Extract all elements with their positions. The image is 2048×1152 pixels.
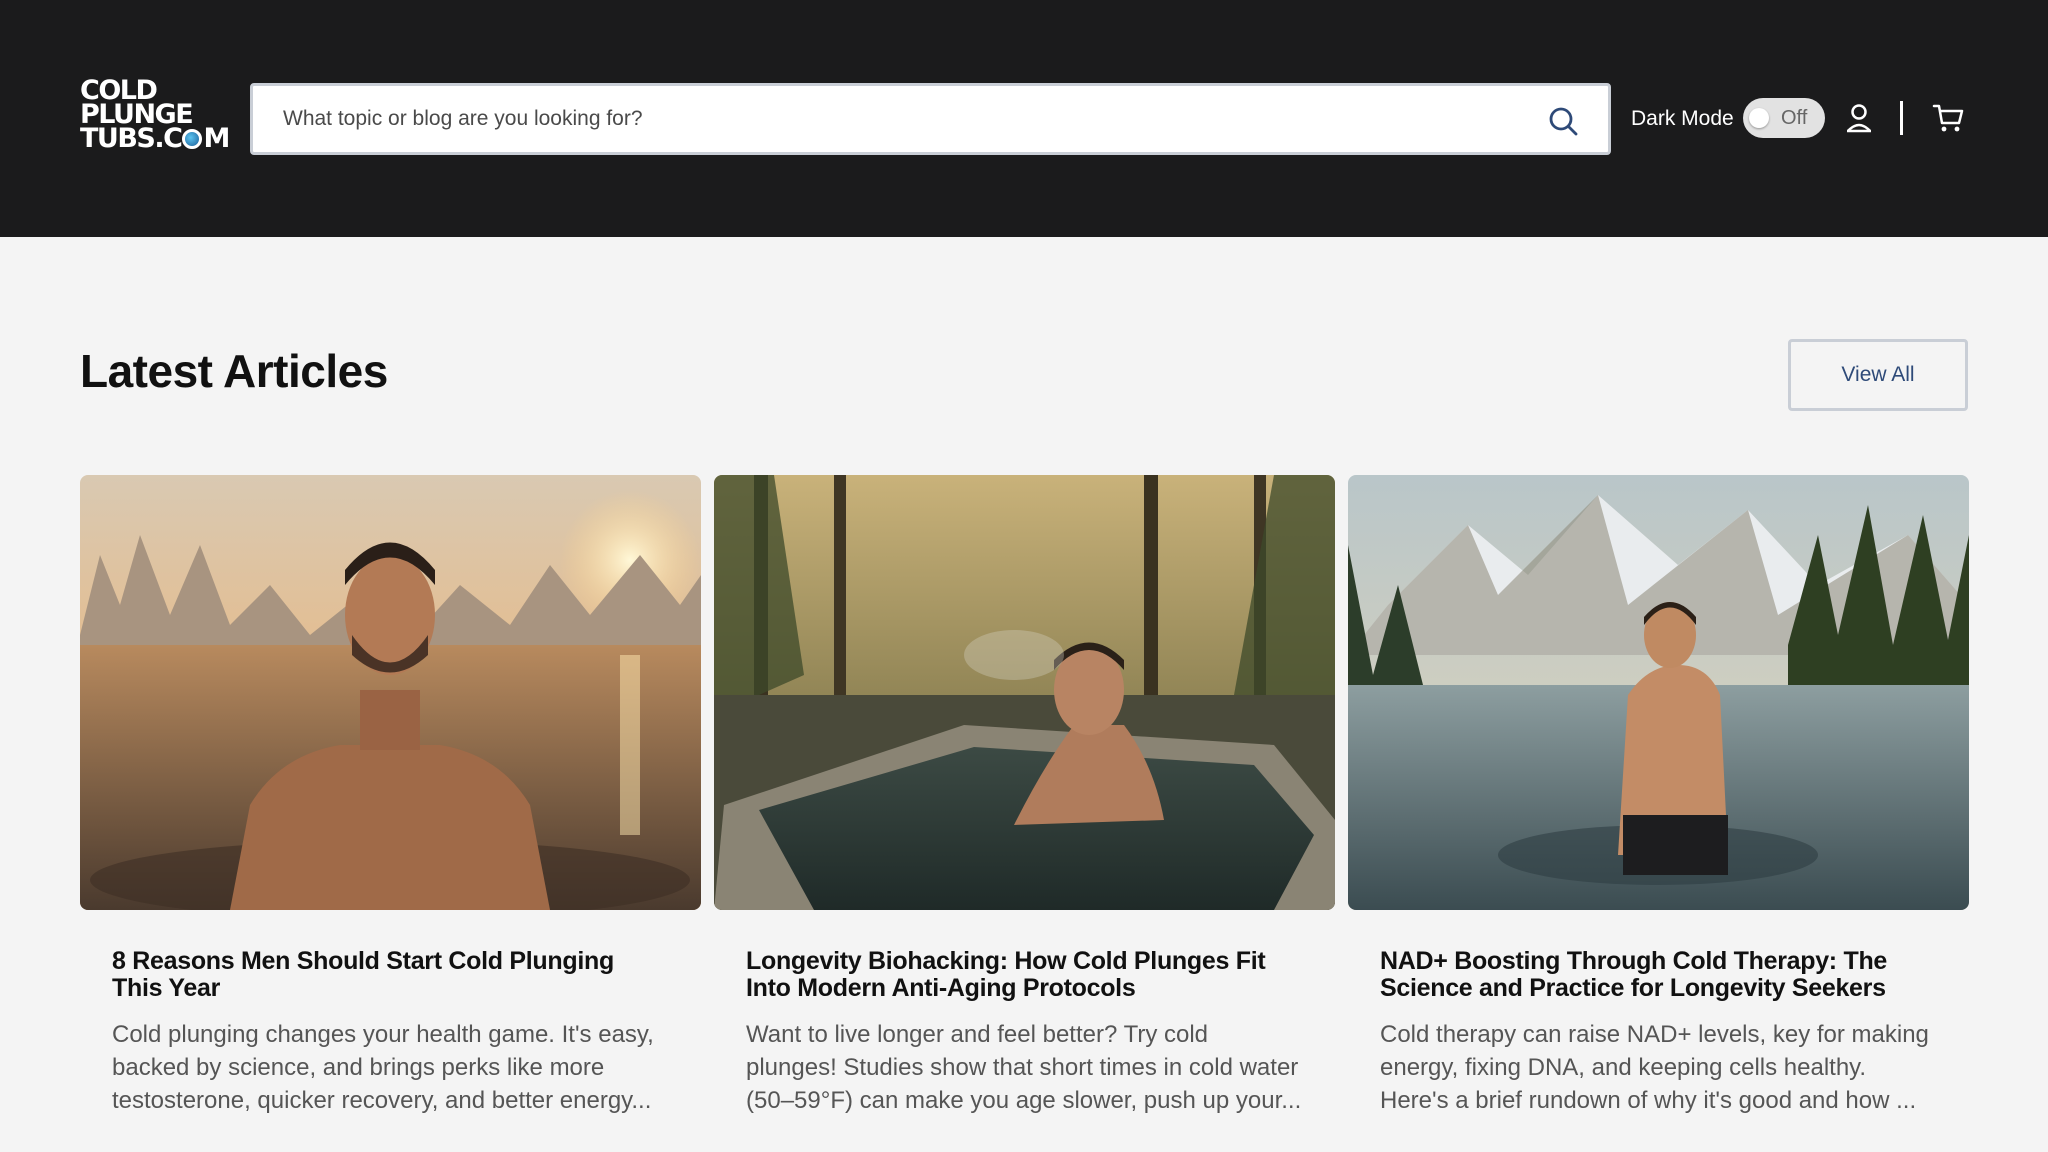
- article-excerpt: Cold plunging changes your health game. …: [112, 1021, 654, 1114]
- site-logo[interactable]: COLD PLUNGE TUBS.C M: [80, 77, 240, 152]
- view-all-button[interactable]: View All: [1788, 339, 1968, 411]
- article-excerpt: Cold therapy can raise NAD+ levels, key …: [1380, 1021, 1929, 1114]
- section-title: Latest Articles: [80, 345, 388, 397]
- search-icon[interactable]: [1548, 106, 1578, 136]
- search-bar: [250, 83, 1611, 155]
- article-title[interactable]: NAD+ Boosting Through Cold Therapy: The …: [1380, 948, 1937, 1002]
- cart-icon[interactable]: [1932, 102, 1964, 134]
- toggle-knob: [1749, 108, 1769, 128]
- logo-line-3-end: M: [203, 123, 230, 154]
- logo-globe-icon: [182, 129, 203, 149]
- article-card[interactable]: Longevity Biohacking: How Cold Plunges F…: [714, 475, 1335, 1117]
- article-excerpt: Want to live longer and feel better? Try…: [746, 1021, 1302, 1114]
- article-image[interactable]: [80, 475, 701, 910]
- dark-mode-label: Dark Mode: [1631, 107, 1734, 130]
- user-icon[interactable]: [1845, 103, 1873, 133]
- article-card[interactable]: NAD+ Boosting Through Cold Therapy: The …: [1348, 475, 1969, 1117]
- search-input[interactable]: [283, 86, 1523, 152]
- dark-mode-toggle[interactable]: Off: [1743, 98, 1825, 138]
- article-image[interactable]: [1348, 475, 1969, 910]
- toggle-state-label: Off: [1781, 107, 1808, 129]
- header-divider: [1900, 101, 1903, 135]
- article-card[interactable]: 8 Reasons Men Should Start Cold Plunging…: [80, 475, 701, 1117]
- article-title[interactable]: Longevity Biohacking: How Cold Plunges F…: [746, 948, 1303, 1002]
- logo-line-3: TUBS.C M: [80, 125, 240, 152]
- site-header: COLD PLUNGE TUBS.CM Dark Mode Off: [0, 0, 2048, 237]
- article-title[interactable]: 8 Reasons Men Should Start Cold Plunging…: [112, 948, 669, 1002]
- article-image[interactable]: [714, 475, 1335, 910]
- logo-line-3-start: TUBS.C: [80, 123, 183, 154]
